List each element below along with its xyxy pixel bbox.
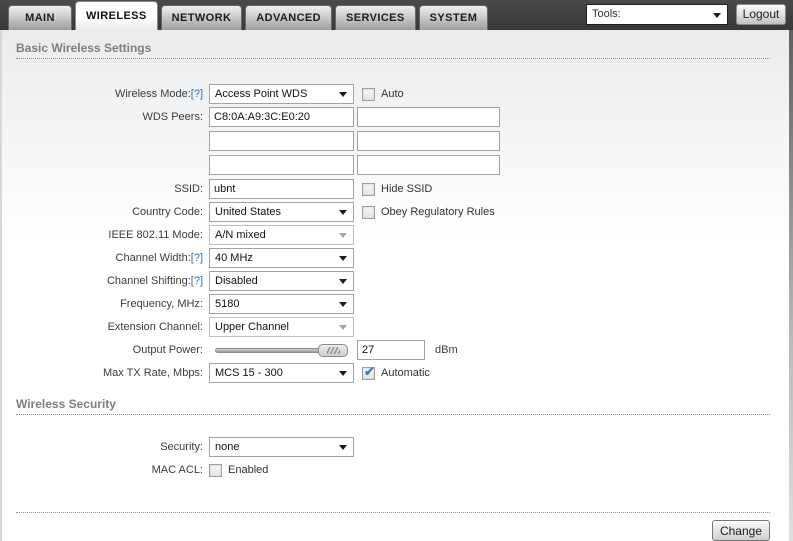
mac-acl-enabled-checkbox[interactable] xyxy=(209,463,222,477)
right-edge-shadow xyxy=(789,30,793,541)
frequency-select[interactable]: 5180 xyxy=(209,294,354,314)
dropdown-caret-icon xyxy=(713,13,721,18)
security-label: Security: xyxy=(160,441,203,453)
automatic-checkbox-group: Automatic xyxy=(362,364,430,380)
dropdown-caret-icon xyxy=(339,302,347,307)
wireless-security-title: Wireless Security xyxy=(16,397,770,415)
frequency-label: Frequency, MHz: xyxy=(120,298,203,310)
dropdown-caret-icon xyxy=(339,210,347,215)
auto-checkbox[interactable] xyxy=(362,87,375,101)
channel-width-label: Channel Width:[?] xyxy=(115,252,203,264)
max-tx-rate-row: Max TX Rate, Mbps: MCS 15 - 300 Automati… xyxy=(16,363,770,383)
ieee-mode-row: IEEE 802.11 Mode: A/N mixed xyxy=(16,225,770,245)
max-tx-rate-select[interactable]: MCS 15 - 300 xyxy=(209,363,354,383)
tab-network[interactable]: NETWORK xyxy=(160,5,243,30)
dropdown-caret-icon xyxy=(339,256,347,261)
output-power-label: Output Power: xyxy=(132,344,203,356)
ssid-input[interactable] xyxy=(209,179,354,199)
content-area: Basic Wireless Settings Wireless Mode:[?… xyxy=(0,30,793,541)
extension-channel-select: Upper Channel xyxy=(209,317,354,337)
channel-shifting-select[interactable]: Disabled xyxy=(209,271,354,291)
tab-advanced[interactable]: ADVANCED xyxy=(245,5,333,30)
wds-peer-input-4[interactable] xyxy=(357,131,500,151)
wireless-mode-help-link[interactable]: [?] xyxy=(191,88,203,100)
wds-peers-label: WDS Peers: xyxy=(142,111,203,123)
wds-peer-input-1[interactable] xyxy=(209,107,354,127)
change-button-row: Change xyxy=(16,520,770,541)
channel-width-select[interactable]: 40 MHz xyxy=(209,248,354,268)
tab-services[interactable]: SERVICES xyxy=(335,5,416,30)
ieee-mode-label: IEEE 802.11 Mode: xyxy=(108,229,203,241)
dropdown-caret-icon xyxy=(339,325,347,330)
wds-peer-input-6[interactable] xyxy=(357,155,500,175)
wireless-mode-select[interactable]: Access Point WDS xyxy=(209,84,354,104)
basic-wireless-settings-title: Basic Wireless Settings xyxy=(16,41,770,59)
country-code-label: Country Code: xyxy=(132,206,203,218)
output-power-slider-handle[interactable] xyxy=(318,343,348,357)
dropdown-caret-icon xyxy=(339,92,347,97)
mac-acl-row: MAC ACL: Enabled xyxy=(16,460,770,480)
footer-divider xyxy=(16,512,770,513)
automatic-checkbox[interactable] xyxy=(362,364,375,380)
wireless-mode-label: Wireless Mode:[?] xyxy=(114,88,203,100)
obey-regulatory-rules-label: Obey Regulatory Rules xyxy=(381,206,495,218)
channel-width-row: Channel Width:[?] 40 MHz xyxy=(16,248,770,268)
ssid-label: SSID: xyxy=(174,183,203,195)
change-button[interactable]: Change xyxy=(712,520,770,541)
extension-channel-label: Extension Channel: xyxy=(107,321,203,333)
wds-peer-input-2[interactable] xyxy=(357,107,500,127)
channel-shifting-row: Channel Shifting:[?] Disabled xyxy=(16,271,770,291)
tab-main[interactable]: MAIN xyxy=(8,5,72,30)
app-window: MAIN WIRELESS NETWORK ADVANCED SERVICES … xyxy=(0,0,793,541)
auto-checkbox-label: Auto xyxy=(381,88,404,100)
mac-acl-enabled-label: Enabled xyxy=(228,464,269,476)
security-select[interactable]: none xyxy=(209,437,354,457)
max-tx-rate-label: Max TX Rate, Mbps: xyxy=(102,367,203,379)
wds-peer-input-3[interactable] xyxy=(209,131,354,151)
channel-shifting-help-link[interactable]: [?] xyxy=(191,275,203,287)
wds-peers-row: WDS Peers: xyxy=(16,107,770,175)
dropdown-caret-icon xyxy=(339,445,347,450)
ieee-80211-mode-select: A/N mixed xyxy=(209,225,354,245)
wds-peer-input-5[interactable] xyxy=(209,155,354,175)
tab-system[interactable]: SYSTEM xyxy=(418,5,489,30)
obey-regulatory-checkbox-group: Obey Regulatory Rules xyxy=(362,205,495,219)
channel-width-help-link[interactable]: [?] xyxy=(191,252,203,264)
auto-checkbox-group: Auto xyxy=(362,87,404,101)
tab-wireless[interactable]: WIRELESS xyxy=(75,1,158,30)
tools-select-value: Tools: xyxy=(592,8,621,20)
dropdown-caret-icon xyxy=(339,233,347,238)
channel-shifting-label: Channel Shifting:[?] xyxy=(106,275,203,287)
output-power-input[interactable] xyxy=(357,340,425,360)
top-tab-bar: MAIN WIRELESS NETWORK ADVANCED SERVICES … xyxy=(0,0,793,30)
mac-acl-checkbox-group: Enabled xyxy=(209,463,269,477)
obey-regulatory-rules-checkbox[interactable] xyxy=(362,205,375,219)
logout-button[interactable]: Logout xyxy=(736,4,786,25)
dbm-unit-label: dBm xyxy=(435,344,458,356)
output-power-slider[interactable] xyxy=(215,343,348,357)
security-row: Security: none xyxy=(16,437,770,457)
country-code-select[interactable]: United States xyxy=(209,202,354,222)
output-power-row: Output Power: dBm xyxy=(16,340,770,360)
frequency-row: Frequency, MHz: 5180 xyxy=(16,294,770,314)
wireless-mode-row: Wireless Mode:[?] Access Point WDS Auto xyxy=(16,84,770,104)
tools-select[interactable]: Tools: xyxy=(586,4,728,25)
dropdown-caret-icon xyxy=(339,279,347,284)
wds-peers-grid xyxy=(209,107,500,175)
hide-ssid-checkbox-label: Hide SSID xyxy=(381,183,433,195)
slider-grip-icon xyxy=(327,346,340,354)
extension-channel-row: Extension Channel: Upper Channel xyxy=(16,317,770,337)
automatic-checkbox-label: Automatic xyxy=(381,367,430,379)
dropdown-caret-icon xyxy=(339,371,347,376)
ssid-row: SSID: Hide SSID xyxy=(16,179,770,199)
topbar-right-group: Tools: Logout xyxy=(586,4,786,25)
hide-ssid-checkbox-group: Hide SSID xyxy=(362,182,433,196)
hide-ssid-checkbox[interactable] xyxy=(362,182,375,196)
mac-acl-label: MAC ACL: xyxy=(151,464,203,476)
country-code-row: Country Code: United States Obey Regulat… xyxy=(16,202,770,222)
